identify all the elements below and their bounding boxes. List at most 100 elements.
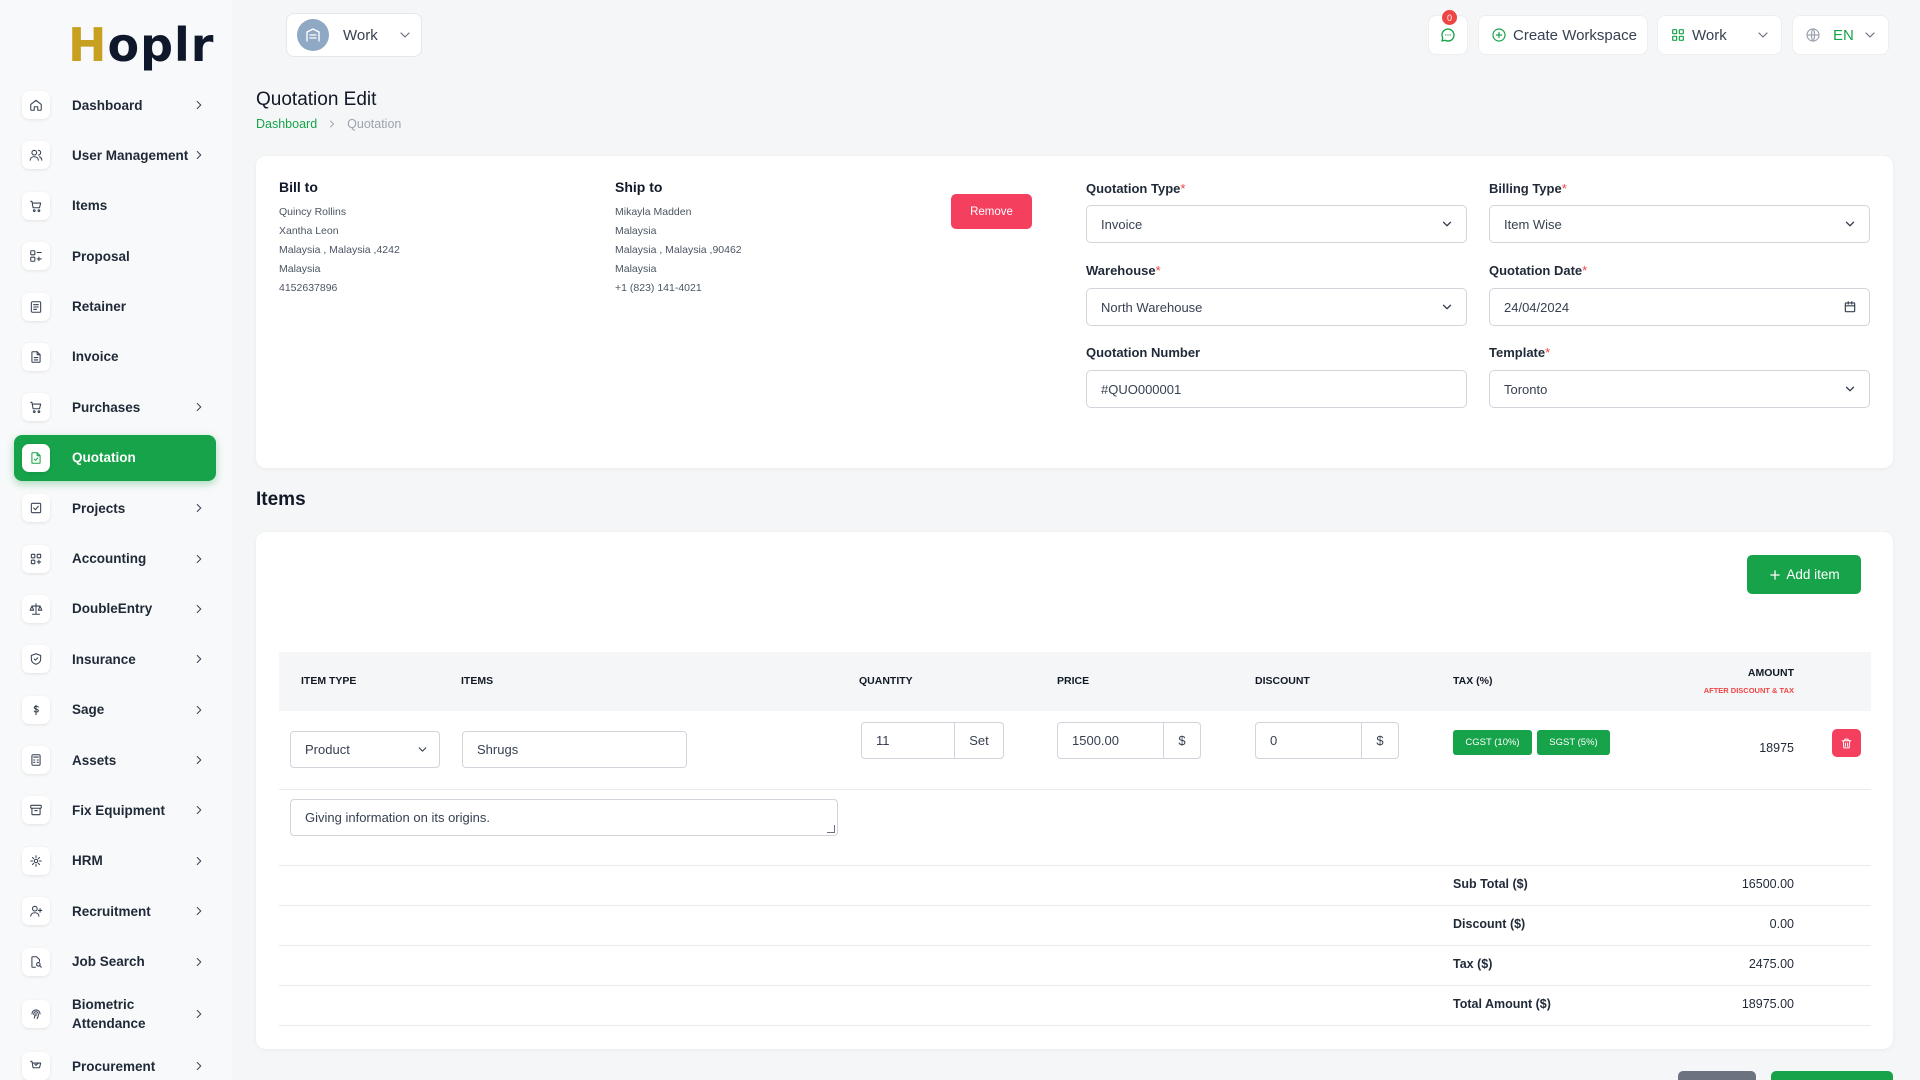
quotation-type-select[interactable]: Invoice — [1086, 205, 1467, 243]
resize-handle-icon[interactable] — [827, 825, 835, 833]
template-select[interactable]: Toronto — [1489, 370, 1870, 408]
shield-icon — [22, 645, 50, 674]
sidebar-item-fix-equipment[interactable]: Fix Equipment — [14, 787, 216, 833]
ship-to-line: Mikayla Madden — [615, 206, 692, 218]
file-search-icon — [22, 947, 50, 976]
col-amount-subtitle: AFTER DISCOUNT & TAX — [1703, 686, 1794, 695]
sidebar-nav: Dashboard User Management Items Proposal… — [14, 82, 216, 1080]
users-icon — [22, 141, 50, 170]
bill-to-line: Xantha Leon — [279, 225, 339, 237]
chevron-down-icon — [397, 27, 413, 43]
chevron-down-icon — [1440, 300, 1454, 314]
sidebar-item-label: Dashboard — [72, 97, 143, 113]
messages-button[interactable]: 0 — [1428, 10, 1468, 55]
bill-to-line: Malaysia , Malaysia ,4242 — [279, 244, 400, 256]
chevron-down-icon — [1862, 27, 1878, 43]
cancel-button[interactable] — [1678, 1071, 1756, 1080]
sidebar-item-accounting[interactable]: Accounting — [14, 536, 216, 582]
sidebar-item-label: Proposal — [72, 248, 130, 264]
sidebar-item-label: Purchases — [72, 399, 141, 415]
ship-to-line: Malaysia — [615, 225, 657, 237]
page-title: Quotation Edit — [256, 89, 377, 110]
sidebar-item-procurement[interactable]: Procurement — [14, 1043, 216, 1080]
create-workspace-label: Create Workspace — [1513, 26, 1637, 44]
sidebar-item-purchases[interactable]: Purchases — [14, 384, 216, 430]
billing-type-label: Billing Type* — [1489, 181, 1567, 196]
work-menu[interactable]: Work — [1657, 15, 1782, 55]
sidebar-item-biometric-attendance[interactable]: Biometric Attendance — [14, 989, 216, 1039]
sidebar-item-label: Biometric Attendance — [72, 997, 146, 1032]
bill-to-block: Bill to Quincy Rollins Xantha Leon Malay… — [279, 179, 400, 298]
language-selector[interactable]: EN — [1792, 15, 1889, 55]
discount-input[interactable]: 0 — [1255, 722, 1362, 759]
sidebar-item-sage[interactable]: Sage — [14, 687, 216, 733]
delete-item-button[interactable] — [1832, 729, 1861, 757]
sidebar-item-proposal[interactable]: Proposal — [14, 233, 216, 279]
sidebar-item-items[interactable]: Items — [14, 183, 216, 229]
row-divider — [279, 905, 1871, 906]
scale-icon — [22, 594, 50, 623]
discount-currency-label: $ — [1362, 722, 1399, 759]
plus-circle-icon — [1491, 27, 1507, 43]
col-amount: AMOUNT — [1747, 667, 1794, 679]
sidebar-item-quotation[interactable]: Quotation — [14, 434, 216, 481]
sidebar-item-assets[interactable]: Assets — [14, 737, 216, 783]
sidebar-item-label: Quotation — [72, 450, 136, 466]
chevron-down-icon — [1843, 217, 1857, 231]
tax-badge-sgst: SGST (5%) — [1537, 730, 1610, 755]
col-item-type: ITEM TYPE — [301, 675, 357, 687]
remove-button[interactable]: Remove — [951, 194, 1032, 229]
item-type-select[interactable]: Product — [290, 731, 440, 768]
archive-icon — [22, 796, 50, 825]
row-divider — [279, 1025, 1871, 1026]
quotation-type-label: Quotation Type* — [1086, 181, 1186, 196]
sidebar-item-hrm[interactable]: HRM — [14, 838, 216, 884]
chevron-right-icon — [192, 1007, 206, 1021]
sidebar-item-label: Retainer — [72, 299, 127, 315]
sidebar-item-recruitment[interactable]: Recruitment — [14, 888, 216, 934]
warehouse-select[interactable]: North Warehouse — [1086, 288, 1467, 326]
sidebar-item-invoice[interactable]: Invoice — [14, 334, 216, 380]
items-card — [256, 532, 1893, 1049]
item-amount: 18975 — [1759, 741, 1794, 755]
row-divider — [279, 865, 1871, 866]
quotation-number-input[interactable]: #QUO000001 — [1086, 370, 1467, 408]
add-item-button[interactable]: Add item — [1747, 555, 1861, 594]
cart-icon — [22, 393, 50, 422]
calculator-icon — [22, 746, 50, 775]
sidebar-item-insurance[interactable]: Insurance — [14, 636, 216, 682]
sidebar-item-doubleentry[interactable]: DoubleEntry — [14, 586, 216, 632]
cart-icon — [22, 191, 50, 220]
update-button[interactable] — [1771, 1071, 1893, 1080]
quotation-date-input[interactable]: 24/04/2024 — [1489, 288, 1870, 326]
row-divider — [279, 985, 1871, 986]
chevron-down-icon — [1843, 382, 1857, 396]
sidebar-item-label: User Management — [72, 147, 189, 163]
sidebar-item-dashboard[interactable]: Dashboard — [14, 82, 216, 128]
sidebar-item-user-management[interactable]: User Management — [14, 132, 216, 178]
quantity-input[interactable]: 11 — [861, 722, 955, 759]
price-currency-label: $ — [1164, 722, 1201, 759]
sidebar-item-projects[interactable]: Projects — [14, 485, 216, 531]
retainer-icon — [22, 292, 50, 321]
chevron-right-icon — [326, 118, 338, 130]
file-icon — [22, 342, 50, 371]
sidebar-item-retainer[interactable]: Retainer — [14, 284, 216, 330]
billing-type-select[interactable]: Item Wise — [1489, 205, 1870, 243]
ship-to-line: Malaysia , Malaysia ,90462 — [615, 244, 742, 256]
create-workspace-button[interactable]: Create Workspace — [1478, 15, 1648, 55]
sidebar-item-job-search[interactable]: Job Search — [14, 939, 216, 985]
workspace-switcher[interactable]: Work — [286, 13, 422, 57]
message-count-badge: 0 — [1442, 10, 1457, 25]
chevron-down-icon — [416, 743, 429, 756]
item-description-textarea[interactable]: Giving information on its origins. — [290, 799, 838, 836]
sidebar: Hoplr Dashboard User Management Items Pr… — [0, 0, 232, 1080]
chat-icon — [1439, 26, 1457, 44]
ship-to-block: Ship to Mikayla Madden Malaysia Malaysia… — [615, 179, 742, 298]
discount-total-label: Discount ($) — [1453, 917, 1526, 931]
price-input[interactable]: 1500.00 — [1057, 722, 1164, 759]
item-select[interactable]: Shrugs — [462, 731, 687, 768]
breadcrumb-dashboard[interactable]: Dashboard — [256, 117, 317, 131]
brand-logo[interactable]: Hoplr — [68, 18, 214, 72]
chevron-right-icon — [192, 602, 206, 616]
